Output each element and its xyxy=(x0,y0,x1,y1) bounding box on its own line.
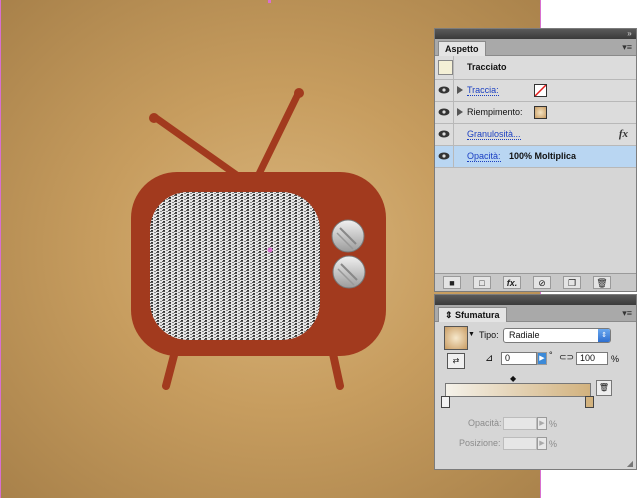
object-row: Tracciato xyxy=(435,56,636,80)
tab-sfumatura[interactable]: ⇕ Sfumatura xyxy=(438,307,507,322)
angle-dropdown-button[interactable]: ▶ xyxy=(537,352,547,365)
gradient-stop-left[interactable] xyxy=(441,396,450,408)
granulosita-row[interactable]: Granulosità... fx xyxy=(435,124,636,146)
add-stroke-button[interactable]: ■ xyxy=(443,276,461,289)
opacita-step-button[interactable]: ▶ xyxy=(537,417,547,430)
eye-icon xyxy=(438,86,450,94)
opacita-field[interactable] xyxy=(503,417,537,430)
riempimento-label: Riempimento: xyxy=(467,107,523,117)
panel-menu-icon[interactable]: ▾≡ xyxy=(622,308,632,319)
expand-traccia-icon[interactable] xyxy=(457,86,463,94)
aspetto-panel: » Aspetto ▾≡ Tracciato Traccia: Riempime… xyxy=(434,28,637,292)
antenna-left xyxy=(152,114,242,180)
aspetto-titlebar[interactable]: » xyxy=(435,29,636,39)
fx-icon[interactable]: fx xyxy=(619,128,628,140)
delete-stop-icon[interactable]: 🗑 xyxy=(596,380,612,396)
angle-field[interactable]: 0 xyxy=(501,352,537,365)
eye-icon xyxy=(438,108,450,116)
collapse-icon[interactable]: » xyxy=(626,30,633,38)
eye-icon xyxy=(438,152,450,160)
gradient-slider-bar[interactable] xyxy=(445,383,591,397)
degree-symbol: ° xyxy=(549,350,553,360)
tipo-select[interactable]: Radiale ⇕ xyxy=(503,328,611,343)
antenna-right-tip xyxy=(294,88,304,98)
artboard-center-mark xyxy=(268,0,271,3)
aspect-ratio-field[interactable]: 100 xyxy=(576,352,608,365)
traccia-visibility[interactable] xyxy=(435,80,454,101)
aspect-ratio-icon: ⊂⊃ xyxy=(559,352,575,362)
riempimento-row[interactable]: Riempimento: xyxy=(435,102,636,124)
gradient-stop-right[interactable] xyxy=(585,396,594,408)
resize-grip-icon[interactable]: ◢ xyxy=(627,459,633,468)
eye-icon xyxy=(438,130,450,138)
angle-icon: ⊿ xyxy=(485,353,494,364)
granulosita-visibility[interactable] xyxy=(435,124,454,145)
add-fill-button[interactable]: □ xyxy=(473,276,491,289)
reverse-gradient-icon[interactable]: ⇄ xyxy=(447,353,465,369)
artboard-left-edge xyxy=(0,0,1,498)
posizione-percent-symbol: % xyxy=(549,439,558,449)
delete-item-button[interactable]: 🗑 xyxy=(593,276,611,289)
antenna-right xyxy=(254,90,302,180)
object-thumbnail xyxy=(435,56,454,79)
antenna-left-tip xyxy=(149,113,159,123)
opacita-label[interactable]: Opacità: xyxy=(467,151,501,162)
screen-anchor-point xyxy=(267,247,273,253)
path-thumbnail-icon xyxy=(438,60,453,75)
tv-screen xyxy=(150,192,320,340)
gradient-preview-dropdown-icon[interactable]: ▼ xyxy=(468,331,475,338)
traccia-row[interactable]: Traccia: xyxy=(435,80,636,102)
opacita-label: Opacità: xyxy=(468,418,502,428)
opacita-visibility[interactable] xyxy=(435,146,454,167)
object-type-label: Tracciato xyxy=(467,62,507,72)
duplicate-item-button[interactable]: ❐ xyxy=(563,276,581,289)
add-effect-button[interactable]: fx. xyxy=(503,276,521,289)
traccia-label[interactable]: Traccia: xyxy=(467,85,499,96)
gradient-preview-swatch[interactable] xyxy=(444,326,468,350)
sfumatura-tabs: ⇕ Sfumatura ▾≡ xyxy=(435,305,636,322)
midpoint-diamond-icon[interactable]: ◆ xyxy=(510,374,516,383)
stroke-none-swatch[interactable] xyxy=(534,84,547,97)
posizione-label: Posizione: xyxy=(459,438,501,448)
granulosita-label[interactable]: Granulosità... xyxy=(467,129,521,140)
aspetto-empty-area xyxy=(435,168,636,274)
riempimento-visibility[interactable] xyxy=(435,102,454,123)
clear-appearance-button[interactable]: ⊘ xyxy=(533,276,551,289)
expand-riempimento-icon[interactable] xyxy=(457,108,463,116)
tab-aspetto[interactable]: Aspetto xyxy=(438,41,486,56)
panel-menu-icon[interactable]: ▾≡ xyxy=(622,42,632,53)
posizione-field[interactable] xyxy=(503,437,537,450)
aspetto-tabs: Aspetto ▾≡ xyxy=(435,39,636,56)
opacita-row[interactable]: Opacità: 100% Moltiplica xyxy=(435,146,636,168)
fill-gradient-swatch[interactable] xyxy=(534,106,547,119)
tipo-label: Tipo: xyxy=(479,330,499,340)
opacita-percent-symbol: % xyxy=(549,419,558,429)
posizione-step-button[interactable]: ▶ xyxy=(537,437,547,450)
sfumatura-titlebar[interactable] xyxy=(435,295,636,305)
select-arrows-icon: ⇕ xyxy=(598,329,610,342)
aspetto-bottom-bar: ■ □ fx. ⊘ ❐ 🗑 xyxy=(435,273,636,291)
opacita-value: 100% Moltiplica xyxy=(509,151,577,161)
aspect-percent-symbol: % xyxy=(611,354,620,364)
sfumatura-panel: ⇕ Sfumatura ▾≡ ▼ Tipo: Radiale ⇕ ⇄ ⊿ 0 ▶… xyxy=(434,294,637,470)
